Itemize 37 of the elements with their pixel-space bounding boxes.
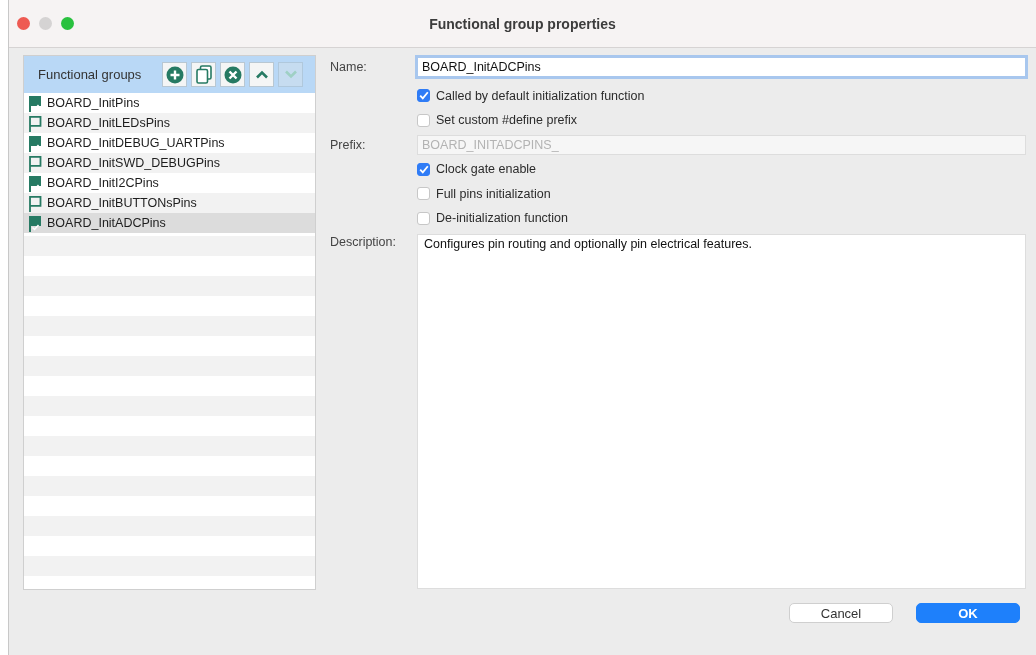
checkbox-label: De-initialization function [436,211,568,226]
checkbox[interactable] [417,113,430,127]
group-item[interactable]: BOARD_InitDEBUG_UARTPins [24,133,315,153]
zoom-button[interactable] [61,17,74,30]
cancel-button[interactable]: Cancel [789,603,893,623]
remove-icon [223,65,242,84]
ok-button[interactable]: OK [916,603,1020,623]
panel-title: Functional groups [38,67,142,82]
group-item[interactable]: BOARD_InitADCPins [24,213,315,233]
remove-button[interactable] [220,62,245,87]
plus-icon [165,65,184,84]
chevron-down-icon [283,70,298,79]
group-item[interactable]: BOARD_InitI2CPins [24,173,315,193]
chevron-up-icon [254,70,269,79]
checkbox-label: Set custom #define prefix [436,113,578,128]
checkbox-label: Called by default initialization function [436,88,645,103]
group-item[interactable]: BOARD_InitPins [24,93,315,113]
text-field[interactable]: BOARD_InitADCPins [417,57,1026,78]
field-label: Prefix: [330,137,367,152]
description-field[interactable]: Configures pin routing and optionally pin electrical features. [417,233,1026,589]
close-button[interactable] [17,17,30,30]
group-item[interactable]: BOARD_InitLEDsPins [24,113,315,133]
copy-button[interactable] [191,62,216,87]
checkbox[interactable] [417,187,430,201]
checkbox-label: Full pins initialization [436,186,551,201]
up-button[interactable] [249,62,274,87]
group-item[interactable]: BOARD_InitBUTTONsPins [24,193,315,213]
add-button[interactable] [162,62,187,87]
checkbox[interactable] [417,89,430,103]
checkbox-label: Clock gate enable [436,162,537,177]
field-label: Name: [330,60,368,75]
field-label: Description: [330,233,397,249]
checkbox[interactable] [417,211,430,225]
group-item[interactable]: BOARD_InitSWD_DEBUGPins [24,153,315,173]
window-title: Functional group properties [429,15,616,32]
copy-icon [195,65,212,84]
checkbox[interactable] [417,162,430,176]
